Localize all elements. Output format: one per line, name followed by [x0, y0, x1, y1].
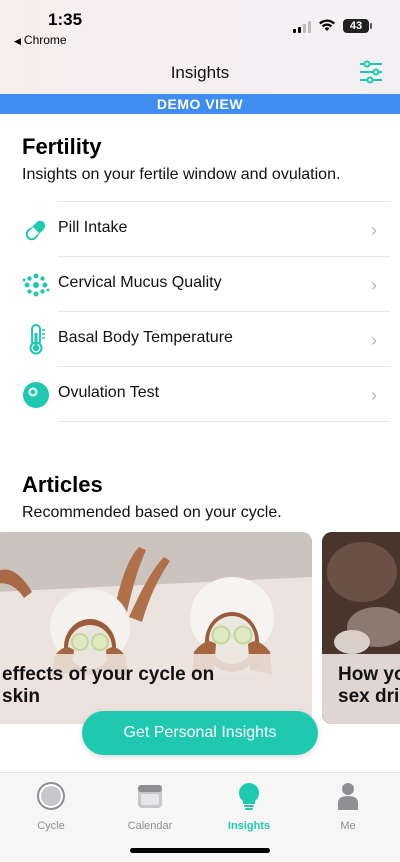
cellular-signal-icon: [293, 21, 312, 33]
fertility-title: Fertility: [22, 134, 102, 159]
fertility-item-label: Ovulation Test: [58, 384, 160, 401]
back-to-app-link[interactable]: ◀ Chrome: [14, 33, 67, 47]
divider: [58, 366, 390, 367]
articles-title: Articles: [22, 472, 103, 497]
articles-subtitle: Recommended based on your cycle.: [22, 504, 282, 521]
ovulation-test-icon: [23, 382, 49, 408]
fertility-item-label: Pill Intake: [58, 219, 128, 236]
get-personal-insights-button[interactable]: Get Personal Insights: [82, 711, 318, 755]
wifi-icon: [319, 19, 335, 31]
fertility-item-label: Basal Body Temperature: [58, 329, 233, 346]
status-bar: 1:35 ◀ Chrome 43: [0, 0, 400, 52]
tab-label: Me: [340, 820, 356, 832]
divider: [58, 311, 390, 312]
tab-insights[interactable]: Insights: [209, 781, 289, 832]
fertility-item-cervical-mucus[interactable]: Cervical Mucus Quality ›: [0, 256, 400, 311]
nav-header: Insights: [0, 52, 400, 94]
tab-calendar[interactable]: Calendar: [110, 781, 190, 832]
fertility-list: Pill Intake › Cervical Mucus Quality › B…: [0, 201, 400, 421]
tab-label: Calendar: [127, 820, 173, 832]
filter-settings-icon[interactable]: [358, 58, 384, 86]
article-caption: How yo sex dri: [322, 654, 400, 724]
tab-me[interactable]: Me: [308, 781, 388, 832]
chevron-right-icon: ›: [371, 275, 377, 295]
articles-carousel[interactable]: effects of your cycle on skin How yo sex…: [0, 532, 400, 724]
article-caption-line: effects of your cycle on: [2, 664, 215, 685]
fertility-subtitle: Insights on your fertile window and ovul…: [22, 166, 341, 183]
fertility-item-pill-intake[interactable]: Pill Intake ›: [0, 201, 400, 256]
article-caption-line: sex dri: [338, 686, 400, 707]
battery-icon: 43: [343, 19, 372, 33]
page-title: Insights: [170, 63, 230, 82]
mucus-dots-icon: [22, 273, 50, 297]
fertility-item-ovulation-test[interactable]: Ovulation Test ›: [0, 366, 400, 421]
tab-label: Cycle: [37, 820, 65, 832]
chevron-right-icon: ›: [371, 220, 377, 240]
tab-label: Insights: [227, 820, 271, 832]
back-triangle-icon: ◀: [14, 36, 21, 46]
fertility-item-basal-temp[interactable]: Basal Body Temperature ›: [0, 311, 400, 366]
divider: [58, 421, 390, 422]
tab-cycle[interactable]: Cycle: [11, 781, 91, 832]
calendar-icon: [138, 785, 162, 808]
demo-view-banner: DEMO VIEW: [0, 94, 400, 114]
article-caption-line: How yo: [338, 664, 400, 685]
home-indicator: [130, 848, 270, 853]
lightbulb-icon: [239, 783, 259, 810]
person-icon: [338, 783, 358, 810]
pill-icon: [25, 220, 46, 241]
article-card[interactable]: How yo sex dri: [322, 532, 400, 724]
chevron-right-icon: ›: [371, 330, 377, 350]
chevron-right-icon: ›: [371, 385, 377, 405]
back-app-label: Chrome: [23, 33, 67, 47]
divider: [58, 201, 390, 202]
divider: [58, 256, 390, 257]
fertility-item-label: Cervical Mucus Quality: [58, 274, 222, 291]
cycle-icon: [37, 782, 65, 810]
thermometer-icon: [29, 324, 45, 355]
article-caption-line: skin: [2, 686, 41, 707]
status-time: 1:35: [48, 10, 83, 29]
article-card[interactable]: effects of your cycle on skin: [0, 532, 312, 724]
